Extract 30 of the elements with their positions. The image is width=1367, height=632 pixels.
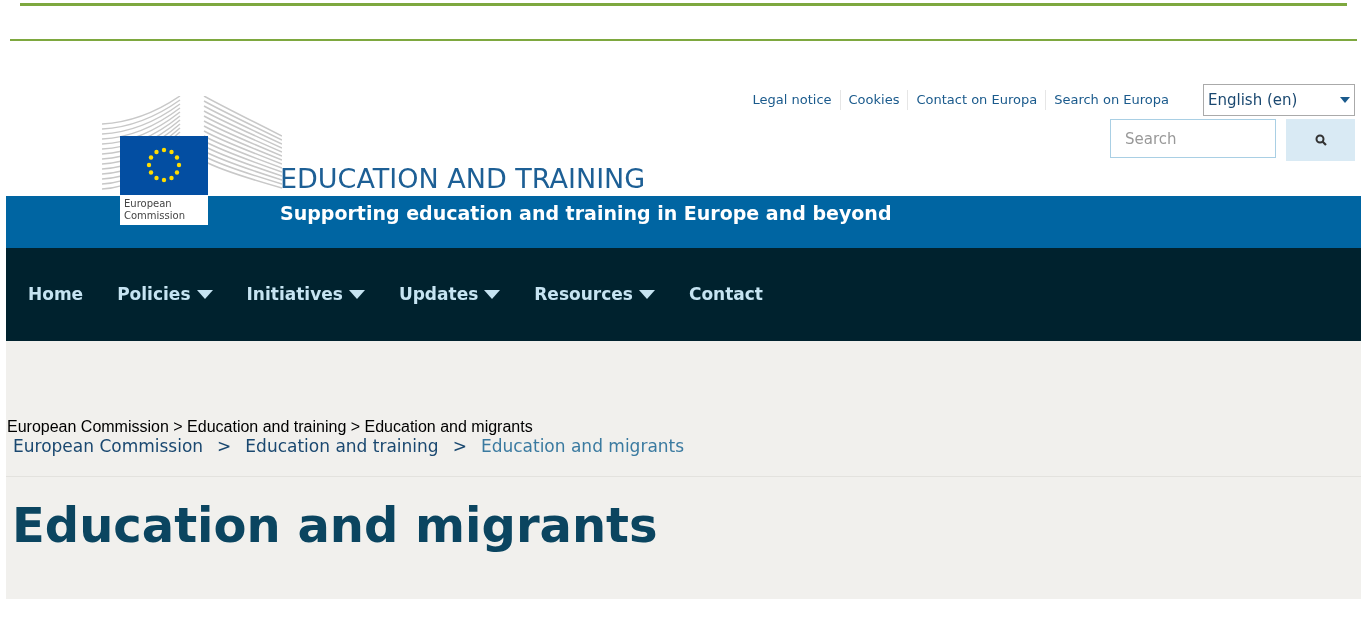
nav-item[interactable]: Updates [398,281,501,308]
dropdown-caret-icon [1340,97,1350,103]
dropdown-caret-icon [196,290,213,299]
top-link[interactable]: Contact on Europa [907,90,1046,110]
nav-item[interactable]: Initiatives [246,281,365,308]
top-link[interactable]: Legal notice [744,90,840,110]
search-button[interactable] [1286,119,1355,161]
nav-item[interactable]: Contact [688,281,763,308]
language-select[interactable]: English (en) [1203,84,1355,116]
breadcrumb: European Commission > Education and training > Education and migrants [7,418,534,436]
breadcrumb-link[interactable]: Education and training [245,436,439,456]
search-icon [1314,134,1327,146]
dropdown-caret-icon [638,290,655,299]
dropdown-caret-icon [348,290,365,299]
site-title: EDUCATION AND TRAINING [280,162,646,196]
top-link[interactable]: Search on Europa [1045,90,1177,110]
breadcrumb-separator: > [452,436,467,456]
nav-item[interactable]: Resources [534,281,655,308]
breadcrumb-separator: > [217,436,232,456]
search-field[interactable]: Search [1110,119,1276,158]
breadcrumb-link[interactable]: Education and migrants [480,436,685,456]
dropdown-caret-icon [484,290,501,299]
page-title: Education and migrants [12,496,659,555]
breadcrumb-link[interactable]: European Commission [13,436,204,456]
nav-item[interactable]: Policies [117,281,213,308]
site-tagline: Supporting education and training in Europe and beyond [280,201,893,226]
eu-flag-icon [120,136,208,195]
top-link[interactable]: Cookies [839,90,908,110]
nav-item[interactable]: Home [28,281,84,308]
logo-caption: European Commission [124,198,186,222]
